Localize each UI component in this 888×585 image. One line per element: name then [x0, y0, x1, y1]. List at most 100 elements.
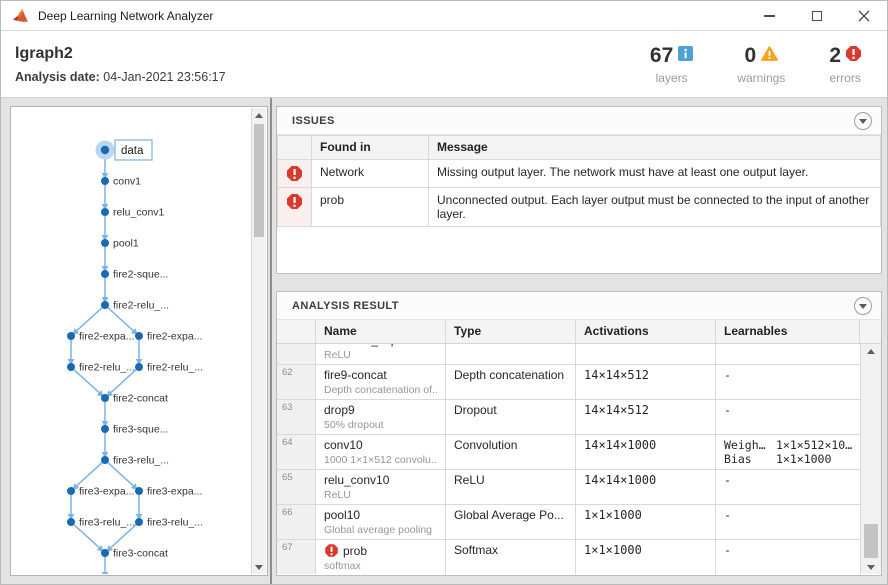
analysis-row[interactable]: 62 fire9-concat Depth concatenation of..…	[277, 365, 860, 400]
layer-activations: 14×14×512	[576, 365, 716, 399]
app-window: Deep Learning Network Analyzer lgraph2 A…	[0, 0, 888, 585]
analysis-result-panel: ANALYSIS RESULT Name Type Activations Le…	[276, 291, 882, 576]
issues-panel-header: ISSUES	[277, 107, 881, 135]
error-icon	[325, 544, 338, 557]
analysis-row[interactable]: 61 fire9-relu_expand3x3 ReLU ReLU 14×14×…	[277, 344, 860, 365]
network-name: lgraph2	[15, 45, 226, 63]
analysis-row[interactable]: 63 drop9 50% dropout Dropout 14×14×512 -	[277, 400, 860, 435]
svg-text:conv1: conv1	[113, 176, 141, 188]
error-icon	[287, 198, 302, 212]
svg-text:fire3-relu_...: fire3-relu_...	[113, 455, 169, 467]
analysis-collapse-button[interactable]	[854, 297, 872, 315]
stat-warnings: 0 warnings	[737, 45, 785, 85]
summary-stats: 67 layers 0 warnings 2 errors	[650, 43, 861, 85]
panel-splitter[interactable]	[270, 98, 272, 584]
triangle-up-icon	[255, 113, 263, 118]
analysis-col-activations: Activations	[576, 320, 716, 343]
scroll-down-button[interactable]	[252, 560, 266, 574]
stat-layers-label: layers	[656, 71, 688, 85]
layer-learnables: -	[716, 470, 860, 504]
issues-collapse-button[interactable]	[854, 112, 872, 130]
analysis-scrollbar[interactable]	[860, 344, 881, 574]
graph-scrollbar[interactable]	[251, 108, 266, 574]
analysis-row[interactable]: 65 relu_conv10 ReLU ReLU 14×14×1000 -	[277, 470, 860, 505]
layer-learnables: Weigh…1×1×512×10…Bias1×1×1000	[716, 435, 860, 469]
issue-row[interactable]: prob Unconnected output. Each layer outp…	[278, 188, 881, 227]
issues-title: ISSUES	[292, 115, 335, 127]
scroll-up-button[interactable]	[252, 108, 266, 122]
layer-learnables: -	[716, 505, 860, 539]
analysis-date-value: 04-Jan-2021 23:56:17	[103, 70, 225, 84]
svg-text:fire3-expa...: fire3-expa...	[79, 486, 134, 498]
error-icon	[287, 170, 302, 184]
svg-text:fire2-relu_...: fire2-relu_...	[79, 362, 135, 374]
stat-errors-value: 2	[829, 45, 841, 66]
analysis-table-viewport: 61 fire9-relu_expand3x3 ReLU ReLU 14×14×…	[277, 344, 860, 574]
svg-text:fire2-relu_...: fire2-relu_...	[147, 362, 203, 374]
analysis-col-name: Name	[316, 320, 446, 343]
triangle-down-icon	[867, 565, 875, 570]
row-number: 67	[277, 540, 316, 574]
layer-activations: 1×1×1000	[576, 505, 716, 539]
stat-errors-label: errors	[829, 71, 860, 85]
layer-type: ReLU	[446, 344, 576, 364]
issues-col-found-in: Found in	[312, 136, 429, 160]
layer-type: Dropout	[446, 400, 576, 434]
layer-name: fire9-concat	[324, 368, 437, 382]
analysis-date-label: Analysis date:	[15, 70, 100, 84]
layer-description: softmax	[324, 560, 437, 572]
layer-name: conv10	[324, 438, 437, 452]
close-button[interactable]	[840, 1, 887, 30]
analysis-row[interactable]: 67 prob softmax Softmax 1×1×1000 -	[277, 540, 860, 574]
layer-name: prob	[324, 543, 437, 558]
network-graph-panel: dataconv1relu_conv1pool1fire2-sque...fir…	[10, 106, 268, 576]
row-number: 62	[277, 365, 316, 399]
issue-found-in: Network	[312, 160, 429, 188]
layer-description: 50% dropout	[324, 419, 437, 431]
layer-learnables: -	[716, 540, 860, 574]
svg-text:fire2-expa...: fire2-expa...	[79, 331, 134, 343]
layer-description: Global average pooling	[324, 524, 437, 536]
layer-description: Depth concatenation of...	[324, 384, 437, 396]
issues-col-icon	[278, 136, 312, 160]
matlab-logo-icon	[13, 8, 30, 23]
stat-layers: 67 layers	[650, 45, 693, 85]
layer-learnables: -	[716, 365, 860, 399]
layer-name: fire9-relu_expand3x3	[324, 344, 437, 347]
layer-name: drop9	[324, 403, 437, 417]
scrollbar-thumb[interactable]	[864, 524, 878, 558]
scroll-down-button[interactable]	[861, 560, 881, 574]
info-icon	[678, 45, 693, 66]
scrollbar-thumb[interactable]	[254, 124, 264, 237]
layer-name: relu_conv10	[324, 473, 437, 487]
layer-learnables: -	[716, 344, 860, 364]
layer-type: Convolution	[446, 435, 576, 469]
layer-description: ReLU	[324, 349, 437, 361]
svg-text:fire3-expa...: fire3-expa...	[147, 486, 202, 498]
svg-text:fire3-relu_...: fire3-relu_...	[79, 517, 135, 529]
chevron-down-icon	[859, 304, 867, 309]
stat-layers-value: 67	[650, 45, 673, 66]
scroll-up-button[interactable]	[861, 344, 881, 358]
maximize-button[interactable]	[793, 1, 840, 30]
main-area: dataconv1relu_conv1pool1fire2-sque...fir…	[1, 98, 887, 584]
minimize-button[interactable]	[746, 1, 793, 30]
window-controls	[746, 1, 887, 30]
analysis-row[interactable]: 64 conv10 1000 1×1×512 convolu... Convol…	[277, 435, 860, 470]
network-graph[interactable]: dataconv1relu_conv1pool1fire2-sque...fir…	[12, 108, 251, 574]
svg-text:pool1: pool1	[113, 238, 139, 250]
row-number: 65	[277, 470, 316, 504]
maximize-icon	[812, 11, 822, 21]
issue-message: Missing output layer. The network must h…	[429, 160, 881, 188]
layer-activations: 14×14×256	[576, 344, 716, 364]
analysis-row[interactable]: 66 pool10 Global average pooling Global …	[277, 505, 860, 540]
svg-text:fire3-relu_...: fire3-relu_...	[147, 517, 203, 529]
layer-learnables: -	[716, 400, 860, 434]
issue-row[interactable]: Network Missing output layer. The networ…	[278, 160, 881, 188]
triangle-down-icon	[255, 565, 263, 570]
analysis-col-num	[277, 320, 316, 343]
svg-text:fire2-sque...: fire2-sque...	[113, 269, 168, 281]
svg-text:fire2-expa...: fire2-expa...	[147, 331, 202, 343]
layer-type: Softmax	[446, 540, 576, 574]
analysis-col-learnables: Learnables	[716, 320, 860, 343]
